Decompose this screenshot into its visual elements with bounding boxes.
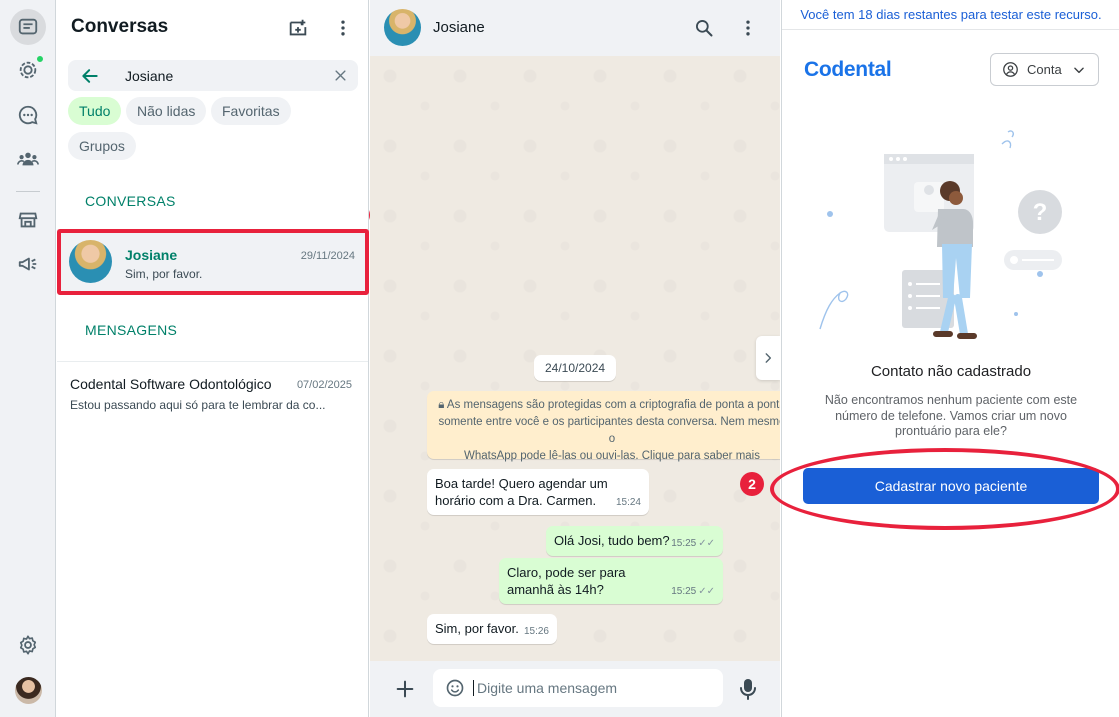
account-label: Conta: [1027, 62, 1062, 77]
message-text: Claro, pode ser para amanhã às 14h?: [507, 565, 626, 597]
conversation-date: 29/11/2024: [300, 250, 355, 262]
message-time: 15:26: [523, 626, 549, 637]
register-new-patient-button[interactable]: Cadastrar novo paciente: [803, 468, 1099, 504]
encryption-notice[interactable]: 🔒︎ As mensagens são protegidas com a cri…: [427, 391, 780, 462]
section-conversations-label: CONVERSAS: [85, 193, 176, 209]
conversation-list-panel: Conversas Josiane Tudo Não lidas Favorit…: [57, 0, 369, 717]
message-input-placeholder: Digite uma mensagem: [473, 680, 617, 696]
profile-avatar[interactable]: [15, 677, 42, 704]
attach-plus-icon[interactable]: [394, 678, 416, 700]
sticker-emoji-icon[interactable]: [445, 678, 465, 698]
message-preview: Estou passando aqui só para te lembrar d…: [70, 398, 326, 412]
message-text: Sim, por favor.: [435, 621, 519, 636]
channels-icon[interactable]: [10, 97, 46, 133]
back-arrow-icon[interactable]: [80, 66, 100, 86]
gear-icon[interactable]: [10, 627, 46, 663]
chat-contact-name[interactable]: Josiane: [433, 19, 485, 36]
conversation-preview: Sim, por favor.: [125, 267, 203, 281]
filter-all[interactable]: Tudo: [68, 97, 122, 125]
status-unread-dot: [36, 55, 44, 63]
message-bubble-incoming[interactable]: Sim, por favor. 15:26: [427, 614, 557, 644]
chats-icon[interactable]: [10, 9, 46, 45]
rail-divider: [16, 191, 40, 192]
empty-state-illustration: ?: [819, 130, 1062, 339]
section-messages-label: MENSAGENS: [85, 322, 178, 338]
empty-state-description: Não encontramos nenhum paciente com este…: [824, 393, 1078, 438]
message-text: Boa tarde! Quero agendar um horário com …: [435, 476, 608, 508]
megaphone-icon[interactable]: [10, 246, 46, 282]
message-bubble-outgoing[interactable]: Claro, pode ser para amanhã às 14h? 15:2…: [499, 558, 723, 604]
svg-text:?: ?: [1033, 199, 1048, 226]
communities-icon[interactable]: [10, 141, 46, 177]
encryption-line-1: 🔒︎ As mensagens são protegidas com a cri…: [438, 399, 780, 411]
message-time: 15:25: [671, 538, 697, 549]
message-sender: Codental Software Odontológico: [70, 376, 272, 392]
store-icon[interactable]: [10, 202, 46, 238]
chat-menu-kebab-icon[interactable]: [736, 16, 760, 40]
message-bubble-incoming[interactable]: Boa tarde! Quero agendar um horário com …: [427, 469, 649, 515]
annotation-step-2: 2: [740, 472, 764, 496]
conversation-item-josiane[interactable]: Josiane 29/11/2024 Sim, por favor.: [57, 229, 368, 292]
clear-search-icon[interactable]: [333, 68, 348, 83]
account-dropdown[interactable]: Conta: [990, 53, 1099, 86]
message-composer: Digite uma mensagem: [370, 661, 780, 717]
message-time: 15:24: [615, 497, 641, 508]
conversation-name: Josiane: [125, 247, 178, 263]
codental-logo: Codental: [804, 58, 892, 81]
user-circle-icon: [1003, 62, 1018, 77]
chat-pane: Josiane 24/10/2024 🔒︎ As mensagens são p…: [370, 0, 780, 717]
codental-side-panel: Você tem 18 dias restantes para testar e…: [781, 0, 1119, 717]
filter-groups[interactable]: Grupos: [68, 132, 136, 160]
double-check-icon: ✓✓: [698, 538, 715, 549]
navigation-rail: [0, 0, 56, 717]
message-text: Olá Josi, tudo bem?: [554, 533, 670, 548]
lock-icon: 🔒︎: [438, 399, 445, 411]
message-time: 15:25: [671, 586, 697, 597]
avatar: [69, 240, 112, 283]
chevron-down-icon: [1073, 67, 1084, 73]
search-icon[interactable]: [692, 16, 716, 40]
empty-state-title: Contato não cadastrado: [870, 363, 1032, 380]
microphone-icon[interactable]: [738, 677, 758, 701]
search-input[interactable]: Josiane: [125, 68, 173, 84]
search-box[interactable]: Josiane: [68, 60, 358, 91]
message-result-item[interactable]: Codental Software Odontológico 07/02/202…: [57, 361, 368, 423]
chat-header: Josiane: [370, 0, 780, 56]
trial-banner: Você tem 18 dias restantes para testar e…: [782, 0, 1119, 30]
message-date: 07/02/2025: [296, 379, 352, 391]
encryption-line-2: somente entre você e os participantes de…: [438, 416, 780, 445]
filter-unread[interactable]: Não lidas: [126, 97, 207, 125]
double-check-icon: ✓✓: [698, 586, 715, 597]
message-bubble-outgoing[interactable]: Olá Josi, tudo bem? 15:25 ✓✓: [546, 526, 723, 556]
list-title: Conversas: [71, 16, 169, 37]
new-chat-icon[interactable]: [286, 16, 310, 40]
filter-favorites[interactable]: Favoritas: [211, 97, 291, 125]
menu-kebab-icon[interactable]: [331, 16, 355, 40]
message-input[interactable]: Digite uma mensagem: [433, 669, 723, 707]
encryption-line-3: WhatsApp pode lê-las ou ouvi-las. Clique…: [464, 450, 760, 462]
chevron-right-icon[interactable]: [756, 336, 780, 380]
date-divider: 24/10/2024: [534, 355, 617, 381]
chat-avatar[interactable]: [384, 9, 421, 46]
